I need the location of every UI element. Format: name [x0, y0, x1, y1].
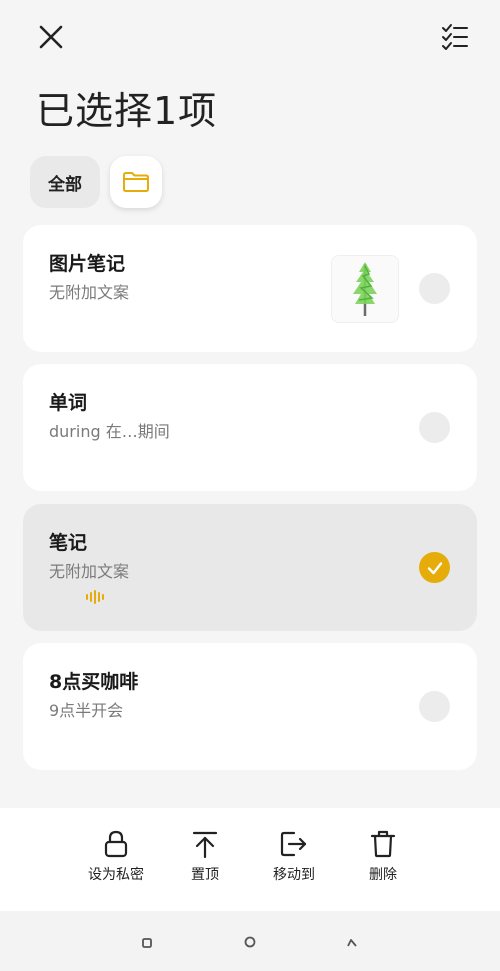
- system-nav-bar: [0, 911, 500, 971]
- note-card[interactable]: 单词 during 在…期间: [23, 364, 477, 491]
- note-title: 笔记: [49, 532, 88, 554]
- square-icon: [142, 938, 152, 948]
- filter-chips: 全部: [30, 156, 162, 208]
- tree-drawing-icon: [353, 262, 377, 316]
- pin-top-button[interactable]: 置顶: [165, 830, 245, 884]
- note-title: 8点买咖啡: [49, 671, 139, 693]
- close-icon: [39, 25, 63, 49]
- bottom-action-bar: 设为私密 置顶 移动到 删除: [0, 808, 500, 911]
- note-title: 单词: [49, 392, 88, 414]
- delete-button[interactable]: 删除: [343, 830, 423, 884]
- circle-icon: [244, 936, 256, 948]
- note-card[interactable]: 8点买咖啡 9点半开会: [23, 643, 477, 770]
- note-subtitle: 9点半开会: [49, 701, 124, 720]
- folder-icon: [123, 172, 149, 192]
- home-button[interactable]: [243, 934, 257, 953]
- move-to-icon: [280, 831, 307, 857]
- back-button[interactable]: [345, 934, 359, 953]
- select-radio[interactable]: [419, 691, 450, 722]
- note-title: 图片笔记: [49, 253, 126, 275]
- audio-wave-icon: [86, 590, 104, 604]
- back-triangle-icon: [347, 939, 357, 947]
- action-label: 设为私密: [88, 867, 144, 883]
- note-subtitle: during 在…期间: [49, 422, 170, 441]
- pin-top-icon: [192, 831, 218, 858]
- top-bar: [0, 0, 500, 75]
- close-button[interactable]: [34, 20, 68, 54]
- action-label: 移动到: [273, 867, 315, 883]
- set-private-button[interactable]: 设为私密: [76, 830, 156, 884]
- move-to-button[interactable]: 移动到: [254, 830, 334, 884]
- note-card-selected[interactable]: 笔记 无附加文案: [23, 504, 477, 631]
- lock-icon: [104, 830, 128, 858]
- select-radio-checked[interactable]: [419, 552, 450, 583]
- trash-icon: [370, 830, 396, 858]
- recents-button[interactable]: [141, 934, 153, 953]
- note-subtitle: 无附加文案: [49, 283, 130, 302]
- check-icon: [427, 561, 442, 574]
- filter-all-chip[interactable]: 全部: [30, 156, 100, 208]
- select-all-button[interactable]: [440, 22, 470, 52]
- note-subtitle: 无附加文案: [49, 562, 130, 581]
- select-radio[interactable]: [419, 412, 450, 443]
- filter-folder-chip[interactable]: [110, 156, 162, 208]
- page-title: 已选择1项: [36, 89, 218, 133]
- action-label: 置顶: [191, 867, 219, 883]
- action-label: 删除: [369, 867, 397, 883]
- note-thumbnail: [331, 255, 399, 323]
- note-card[interactable]: 图片笔记 无附加文案: [23, 225, 477, 352]
- checklist-icon: [442, 24, 468, 50]
- select-radio[interactable]: [419, 273, 450, 304]
